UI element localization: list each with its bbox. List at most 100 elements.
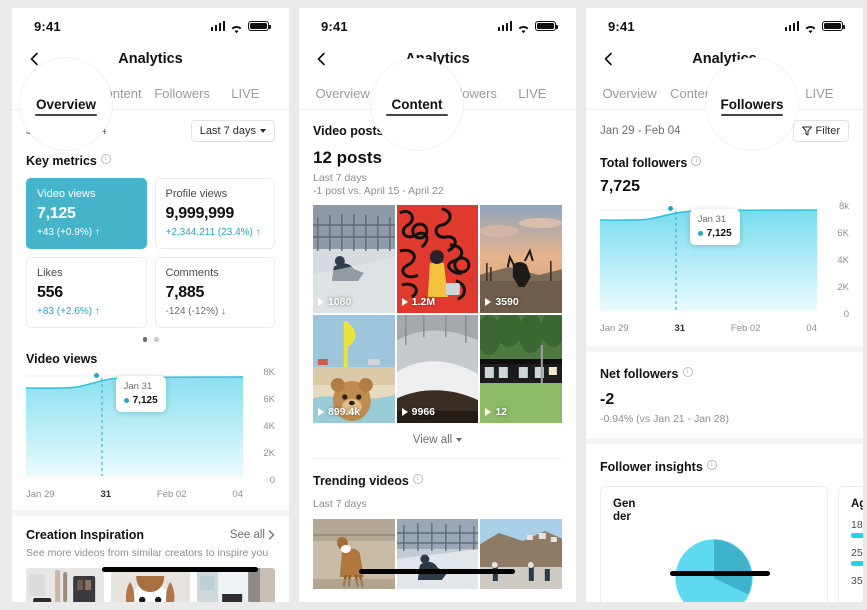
net-followers-title: Net followers bbox=[600, 367, 679, 381]
status-bar-time: 9:41 bbox=[608, 18, 635, 34]
play-icon bbox=[401, 408, 408, 416]
video-cell[interactable]: 1080 bbox=[313, 205, 395, 313]
metric-delta: -124 (-12%) ↓ bbox=[165, 306, 227, 317]
chart-tooltip: Jan 31 7,125 bbox=[115, 375, 166, 412]
filter-button[interactable]: Filter bbox=[792, 120, 849, 142]
filter-label: Filter bbox=[815, 125, 840, 137]
video-posts-stats: 12 posts Last 7 days -1 post vs. April 1… bbox=[299, 140, 576, 197]
tab-followers[interactable]: Followers bbox=[151, 86, 214, 109]
home-indicator bbox=[359, 569, 515, 574]
play-icon bbox=[485, 408, 492, 416]
info-icon[interactable] bbox=[706, 459, 717, 470]
metric-card-profile-views[interactable]: Profile views 9,999,999 +2,344,211 (23.4… bbox=[154, 178, 275, 249]
spotlight-tab-underline bbox=[721, 113, 783, 116]
creation-inspiration-thumbs bbox=[12, 559, 289, 602]
makeup-flatlay-thumb[interactable] bbox=[26, 567, 105, 602]
x-tick: Jan 29 bbox=[26, 488, 55, 500]
net-followers-sub: -0.94% (vs Jan 21 - Jan 28) bbox=[600, 413, 729, 425]
trending-title: Trending videos bbox=[313, 474, 409, 488]
metric-value: 556 bbox=[37, 284, 63, 301]
tab-overview[interactable]: Overview bbox=[311, 86, 374, 109]
spotlight-label: Overview bbox=[35, 96, 97, 112]
total-followers-value-block: 7,725 bbox=[586, 178, 863, 196]
page-title: Analytics bbox=[118, 51, 183, 67]
tooltip-value: 7,125 bbox=[698, 228, 732, 239]
back-chevron-icon[interactable] bbox=[315, 52, 329, 66]
phone-panel-followers: 9:41 Analytics Overview Content Follower… bbox=[586, 8, 863, 602]
metric-delta: +83 (+2.6%) ↑ bbox=[37, 306, 100, 317]
metric-value: 7,125 bbox=[37, 205, 76, 222]
gender-insight-card[interactable]: Gen der bbox=[600, 486, 828, 602]
overview-scroll-area[interactable]: Jan 29 - Feb 04 Last 7 days Key metrics … bbox=[12, 110, 289, 602]
dog-portrait-thumb[interactable] bbox=[111, 567, 190, 602]
airport-lounge-thumb[interactable] bbox=[396, 519, 479, 589]
chart-y-axis: 8K 6K 4K 2K 0 bbox=[245, 367, 275, 486]
range-picker-button[interactable]: Last 7 days bbox=[190, 120, 275, 142]
tooltip-date: Jan 31 bbox=[123, 380, 153, 392]
pager-dot[interactable] bbox=[154, 337, 159, 342]
pager-dot[interactable] bbox=[142, 337, 147, 342]
video-cell[interactable]: 3590 bbox=[480, 205, 562, 313]
info-icon[interactable] bbox=[412, 473, 423, 484]
spotlight-content-tab[interactable]: Content bbox=[371, 58, 463, 150]
metric-card-comments[interactable]: Comments 7,885 -124 (-12%) ↓ bbox=[154, 257, 275, 328]
status-bar-time: 9:41 bbox=[34, 18, 61, 34]
video-cell[interactable]: 12 bbox=[480, 315, 562, 423]
coastal-town-thumb[interactable] bbox=[480, 519, 562, 589]
battery-icon bbox=[248, 20, 271, 32]
play-count: 1080 bbox=[318, 296, 351, 308]
chart-y-axis: 8k 6K 4K 2K 0 bbox=[819, 201, 849, 320]
kitchen-interior-thumb[interactable] bbox=[196, 567, 275, 602]
video-cell[interactable]: 1.2M bbox=[396, 205, 479, 313]
home-indicator bbox=[102, 567, 258, 572]
age-card-title: Ag bbox=[851, 498, 863, 510]
trending-grid bbox=[299, 510, 576, 589]
back-chevron-icon[interactable] bbox=[28, 52, 42, 66]
spotlight-overview-tab[interactable]: Overview bbox=[20, 58, 112, 150]
creation-inspiration-subtitle: See more videos from similar creators to… bbox=[26, 546, 269, 559]
signal-icon bbox=[210, 21, 225, 31]
info-icon[interactable] bbox=[691, 155, 702, 166]
age-row-label: 18- bbox=[851, 519, 863, 532]
see-all-button[interactable]: See all bbox=[230, 529, 275, 541]
tab-overview[interactable]: Overview bbox=[598, 86, 661, 109]
follower-insights-title: Follower insights bbox=[600, 460, 703, 474]
metric-card-video-views[interactable]: Video views 7,125 +43 (+0.9%) ↑ bbox=[26, 178, 147, 249]
spotlight-followers-tab[interactable]: Followers bbox=[706, 58, 798, 150]
chart-title: Video views bbox=[26, 351, 98, 366]
play-icon bbox=[318, 298, 324, 306]
view-all-label: View all bbox=[412, 434, 453, 446]
total-followers-value: 7,725 bbox=[600, 178, 641, 195]
video-cell[interactable]: 9966 bbox=[396, 315, 479, 423]
video-cell[interactable]: 899.4k bbox=[313, 315, 395, 423]
metrics-pager[interactable] bbox=[12, 328, 289, 344]
x-tick: Feb 02 bbox=[730, 323, 761, 334]
metric-label: Video views bbox=[37, 188, 96, 200]
age-insight-card[interactable]: Ag 18- 25 35 bbox=[838, 486, 863, 602]
trending-period: Last 7 days bbox=[313, 498, 367, 510]
video-posts-comparison: -1 post vs. April 15 - April 22 bbox=[313, 185, 444, 197]
tab-live[interactable]: LIVE bbox=[214, 86, 277, 109]
total-followers-chart[interactable]: Jan 31 7,125 8k 6K 4K 2K 0 Jan 29 31 Feb… bbox=[586, 196, 863, 334]
video-views-chart[interactable]: Jan 31 7,125 8K 6K 4K 2K 0 Jan 29 31 Feb… bbox=[12, 367, 289, 500]
back-chevron-icon[interactable] bbox=[602, 52, 616, 66]
metric-card-likes[interactable]: Likes 556 +83 (+2.6%) ↑ bbox=[26, 257, 147, 328]
tab-live[interactable]: LIVE bbox=[501, 86, 564, 109]
chart-highlight-point[interactable] bbox=[92, 370, 102, 380]
info-icon[interactable] bbox=[682, 366, 693, 377]
y-tick: 2K bbox=[837, 282, 849, 293]
metric-value: 7,885 bbox=[165, 284, 205, 301]
spotlight-tab-underline bbox=[35, 113, 97, 116]
info-icon[interactable] bbox=[100, 153, 111, 164]
deer-street-thumb[interactable] bbox=[313, 519, 395, 589]
view-all-button[interactable]: View all bbox=[299, 423, 576, 458]
metric-delta: +43 (+0.9%) ↑ bbox=[37, 227, 100, 238]
followers-scroll-area[interactable]: Jan 29 - Feb 04 Filter Total followers 7… bbox=[586, 110, 863, 602]
x-tick: 31 bbox=[674, 323, 686, 334]
status-bar-icons bbox=[784, 20, 845, 34]
content-scroll-area[interactable]: Video posts 12 posts Last 7 days -1 post… bbox=[299, 110, 576, 602]
status-bar-icons bbox=[210, 20, 271, 34]
chevron-down-icon bbox=[260, 129, 266, 133]
age-bars: 18- 25 35 bbox=[851, 519, 863, 587]
play-count: 1.2M bbox=[401, 296, 435, 308]
